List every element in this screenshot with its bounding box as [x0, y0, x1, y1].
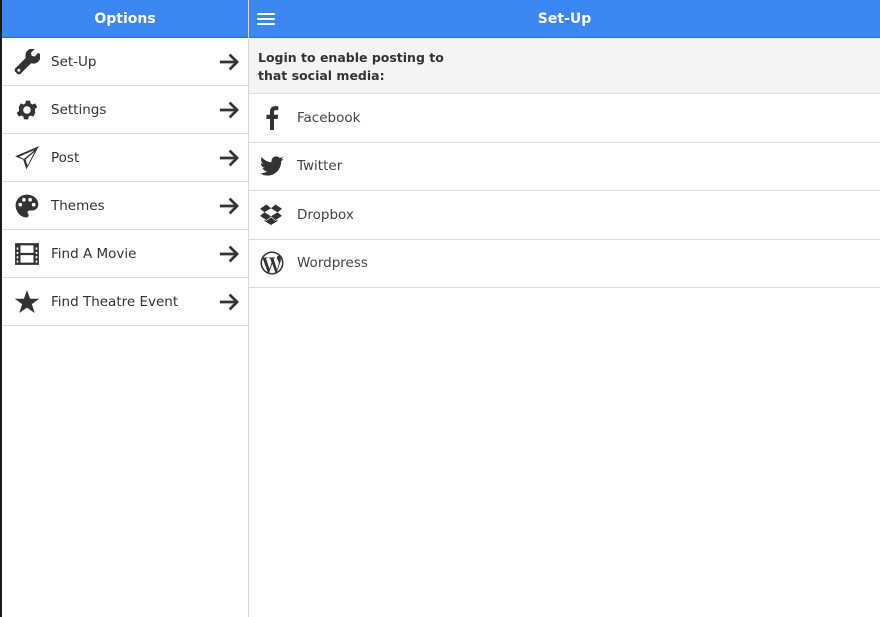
sidebar-item-label: Find A Movie: [51, 245, 137, 262]
sidebar-item-setup[interactable]: Set-Up: [2, 38, 248, 86]
main-header: Set-Up: [249, 0, 880, 38]
social-item-label: Dropbox: [297, 206, 354, 223]
app-window: Options Set-Up Settings Post Themes Find…: [2, 0, 880, 617]
arrow-right-icon: [210, 195, 248, 217]
arrow-right-icon: [210, 51, 248, 73]
social-item-dropbox[interactable]: Dropbox: [249, 191, 880, 240]
sidebar-title: Options: [2, 0, 248, 38]
twitter-icon: [249, 154, 295, 178]
intro-text: Login to enable posting to that social m…: [258, 50, 444, 83]
arrow-right-icon: [210, 291, 248, 313]
gear-icon: [2, 86, 50, 134]
social-item-twitter[interactable]: Twitter: [249, 143, 880, 191]
sidebar-item-post[interactable]: Post: [2, 134, 248, 182]
options-sidebar: Options Set-Up Settings Post Themes Find…: [2, 0, 249, 617]
sidebar-item-label: Find Theatre Event: [51, 293, 179, 310]
star-icon: [2, 278, 50, 326]
sidebar-item-label: Post: [51, 149, 80, 166]
sidebar-item-find-a-movie[interactable]: Find A Movie: [2, 230, 248, 278]
sidebar-item-label: Themes: [51, 197, 105, 214]
intro-text-bar: Login to enable posting to that social m…: [249, 38, 880, 94]
social-item-label: Wordpress: [297, 255, 368, 272]
arrow-right-icon: [210, 243, 248, 265]
sidebar-item-settings[interactable]: Settings: [2, 86, 248, 134]
arrow-right-icon: [210, 147, 248, 169]
social-item-label: Facebook: [297, 109, 361, 126]
sidebar-item-themes[interactable]: Themes: [2, 182, 248, 230]
sidebar-item-label: Settings: [51, 101, 107, 118]
film-icon: [2, 230, 50, 278]
page-title: Set-Up: [537, 10, 592, 27]
social-item-label: Twitter: [297, 158, 343, 175]
paper-plane-icon: [2, 134, 50, 182]
sidebar-item-label: Set-Up: [51, 53, 97, 70]
social-item-facebook[interactable]: Facebook: [249, 94, 880, 143]
sidebar-item-find-theatre-event[interactable]: Find Theatre Event: [2, 278, 248, 326]
wrench-icon: [2, 38, 50, 86]
dropbox-icon: [249, 203, 295, 227]
facebook-icon: [249, 105, 295, 130]
main-panel: Set-Up Login to enable posting to that s…: [249, 0, 880, 617]
social-item-wordpress[interactable]: Wordpress: [249, 240, 880, 288]
arrow-right-icon: [210, 99, 248, 121]
palette-icon: [2, 182, 50, 230]
hamburger-menu-icon[interactable]: [257, 9, 277, 29]
wordpress-icon: [249, 251, 295, 275]
